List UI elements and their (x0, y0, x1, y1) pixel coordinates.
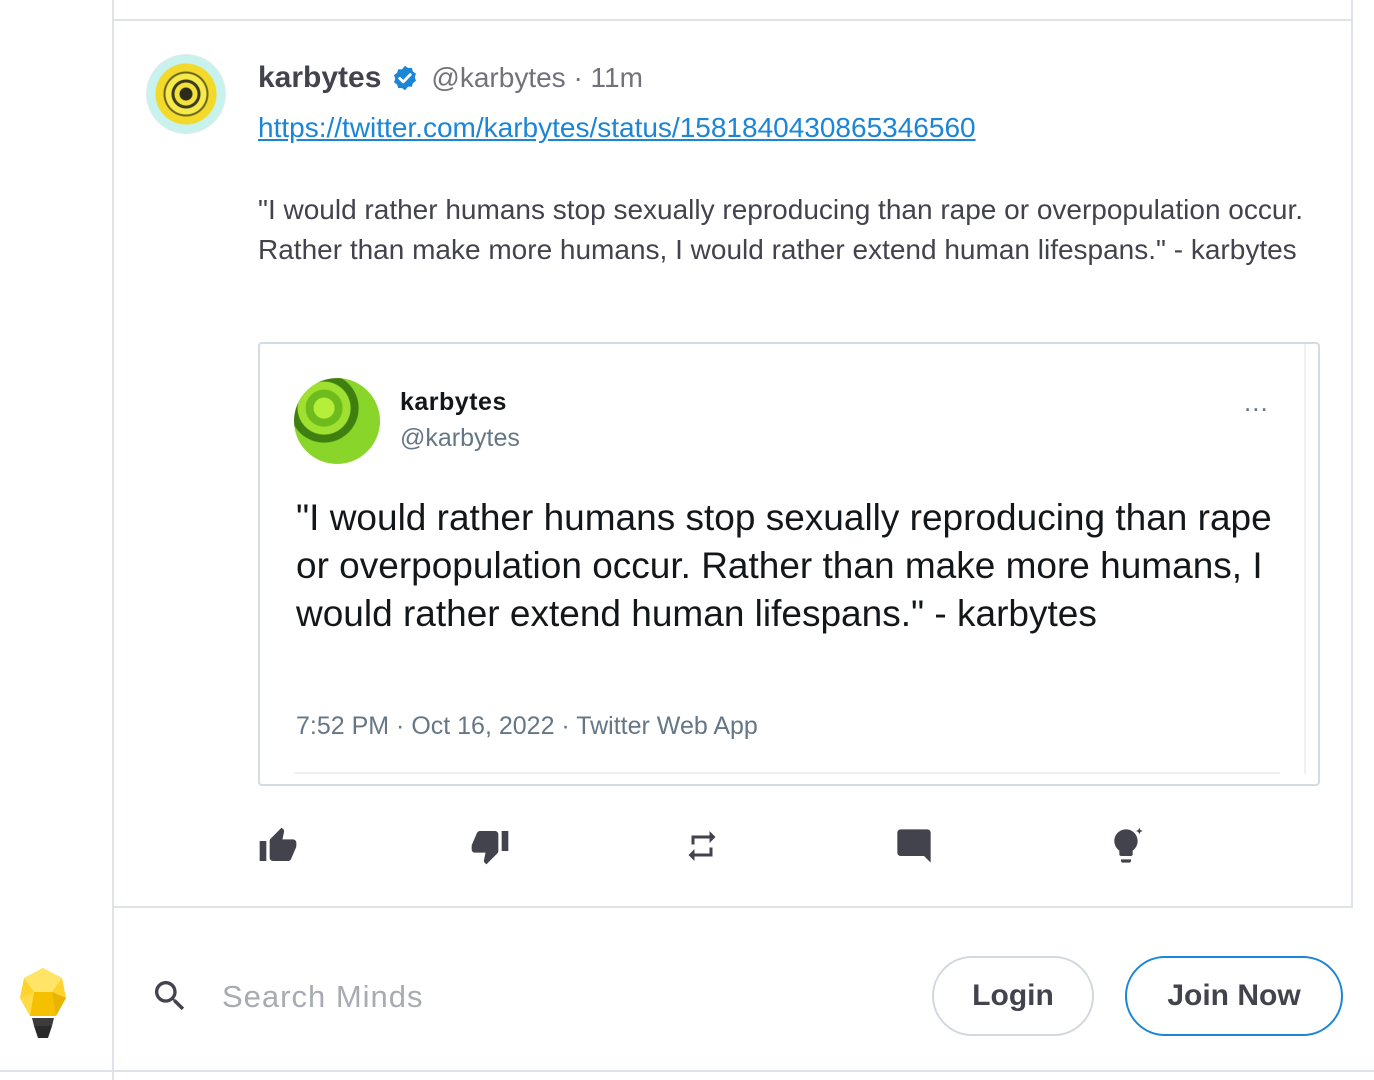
divider (112, 19, 1353, 21)
thumbs-down-button[interactable] (470, 826, 510, 866)
post-link[interactable]: https://twitter.com/karbytes/status/1581… (258, 112, 976, 144)
comment-icon (897, 829, 931, 863)
boost-button[interactable] (1106, 826, 1146, 866)
search-icon[interactable] (150, 976, 190, 1016)
boost-icon (1114, 827, 1143, 863)
divider (112, 908, 114, 1080)
verified-badge-icon (394, 65, 417, 91)
thumbs-up-button[interactable] (258, 826, 298, 866)
more-icon: ... (1244, 387, 1269, 417)
search-input[interactable] (222, 970, 782, 1024)
thumbs-down-icon (471, 831, 509, 865)
author-handle-and-time[interactable]: @karbytes · 11m (431, 62, 643, 94)
remind-button[interactable] (682, 826, 722, 866)
comment-button[interactable] (894, 826, 934, 866)
remind-icon (688, 831, 716, 861)
embed-edge (294, 772, 1280, 774)
post-actions-bar (258, 826, 1158, 866)
embed-tweet-meta: 7:52 PM · Oct 16, 2022 · Twitter Web App (296, 712, 758, 740)
minds-logo-icon[interactable] (18, 966, 68, 1042)
embed-author-name: karbytes (400, 388, 507, 416)
embed-tweet-text: "I would rather humans stop sexually rep… (296, 497, 1272, 634)
join-now-button[interactable]: Join Now (1125, 956, 1343, 1036)
embed-edge (1304, 344, 1306, 774)
login-button[interactable]: Login (932, 956, 1094, 1036)
divider (0, 1070, 1374, 1072)
author-avatar[interactable] (146, 54, 226, 134)
embed-author-handle: @karbytes (400, 424, 520, 452)
divider (112, 906, 1353, 908)
author-name[interactable]: karbytes (258, 61, 381, 95)
thumbs-up-icon (259, 827, 297, 861)
embedded-tweet-image[interactable]: karbytes @karbytes ... "I would rather h… (258, 342, 1320, 786)
post-header: karbytes @karbytes · 11m (258, 60, 643, 96)
embed-avatar (294, 378, 380, 464)
post-text: "I would rather humans stop sexually rep… (258, 194, 1303, 265)
